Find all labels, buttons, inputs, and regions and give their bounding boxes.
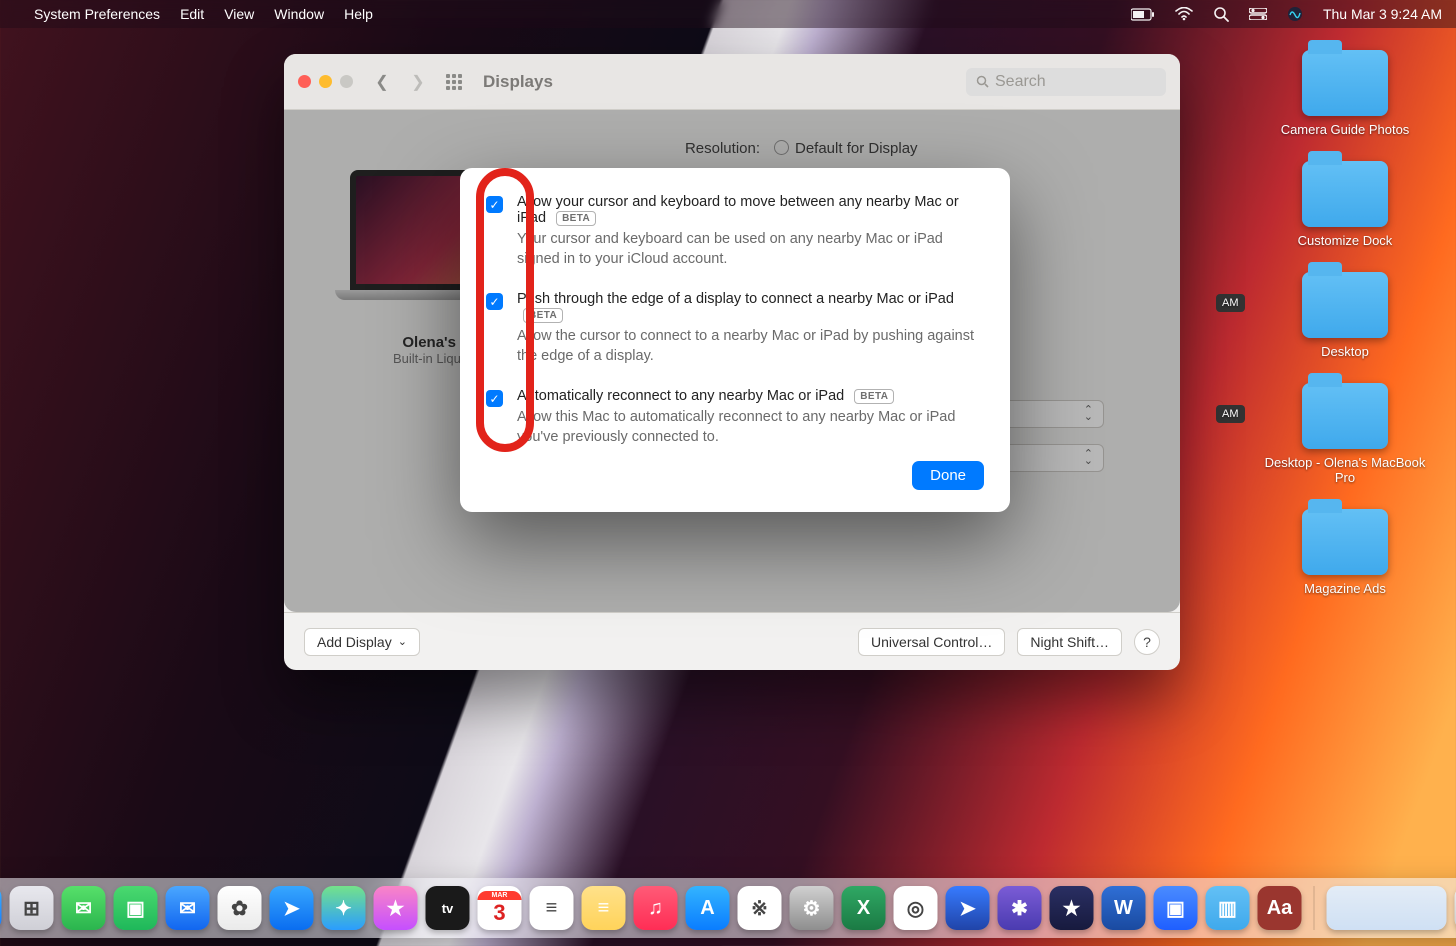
dock-app-maps[interactable]: ✦: [322, 886, 366, 930]
option-description: Your cursor and keyboard can be used on …: [517, 230, 984, 269]
traffic-lights: [298, 75, 353, 88]
close-button[interactable]: [298, 75, 311, 88]
dock-app-tv[interactable]: tv: [426, 886, 470, 930]
night-shift-button[interactable]: Night Shift…: [1017, 628, 1122, 656]
zoom-button[interactable]: [340, 75, 353, 88]
dock-app-facetime[interactable]: ▣: [114, 886, 158, 930]
option-title: Push through the edge of a display to co…: [517, 291, 954, 307]
beta-badge: BETA: [556, 211, 596, 226]
dock-app-launchpad[interactable]: ⊞: [10, 886, 54, 930]
window-toolbar: ❮ ❯ Displays Search: [284, 54, 1180, 110]
dock-app-music[interactable]: ♫: [634, 886, 678, 930]
dock-app-folder[interactable]: ▥: [1206, 886, 1250, 930]
resolution-label: Resolution:: [610, 140, 760, 157]
checkbox-push-through[interactable]: ✓: [486, 293, 503, 310]
dock: ☺⊞✉▣✉✿➤✦★tvMAR3≡≡♫A※⚙X◎➤✱★W▣▥Aa🗑: [0, 878, 1456, 938]
dock-app-mail[interactable]: ✉: [166, 886, 210, 930]
beta-badge: BETA: [854, 389, 894, 404]
dock-app-settings[interactable]: ⚙: [790, 886, 834, 930]
desktop-folder[interactable]: Magazine Ads: [1250, 509, 1440, 596]
option-description: Allow this Mac to automatically reconnec…: [517, 408, 984, 447]
search-placeholder: Search: [995, 73, 1046, 91]
dock-app-1password[interactable]: ★: [1050, 886, 1094, 930]
dock-app-notes[interactable]: ≡: [582, 886, 626, 930]
universal-control-button[interactable]: Universal Control…: [858, 628, 1005, 656]
minimize-button[interactable]: [319, 75, 332, 88]
dock-app-photo2[interactable]: ★: [374, 886, 418, 930]
option-description: Allow the cursor to connect to a nearby …: [517, 327, 984, 366]
menu-clock[interactable]: Thu Mar 3 9:24 AM: [1323, 6, 1442, 22]
siri-icon[interactable]: [1287, 6, 1303, 22]
show-all-button[interactable]: [441, 69, 467, 95]
universal-control-sheet: ✓ Allow your cursor and keyboard to move…: [460, 168, 1010, 512]
beta-badge: BETA: [523, 308, 563, 323]
desktop-folder[interactable]: AMDesktop - Olena's MacBook Pro: [1250, 383, 1440, 485]
desktop-icons: Camera Guide Photos Customize Dock AMDes…: [1250, 50, 1440, 620]
forward-button[interactable]: ❯: [405, 69, 431, 95]
window-footer: Add Display⌄ Universal Control… Night Sh…: [284, 612, 1180, 670]
dock-app-excel[interactable]: X: [842, 886, 886, 930]
dock-app-finder[interactable]: ☺: [0, 886, 2, 930]
window-title: Displays: [483, 72, 553, 92]
help-button[interactable]: ?: [1134, 629, 1160, 655]
desktop-folder[interactable]: Camera Guide Photos: [1250, 50, 1440, 137]
menu-bar: System Preferences Edit View Window Help…: [0, 0, 1456, 28]
dock-recent-cluster[interactable]: [1327, 886, 1447, 930]
search-icon: [976, 75, 989, 88]
dock-app-shortcuts[interactable]: ➤: [946, 886, 990, 930]
add-display-button[interactable]: Add Display⌄: [304, 628, 420, 656]
dock-app-calendar[interactable]: MAR3: [478, 886, 522, 930]
dock-app-safari[interactable]: ➤: [270, 886, 314, 930]
dock-app-zoom[interactable]: ▣: [1154, 886, 1198, 930]
control-center-icon[interactable]: [1249, 8, 1267, 20]
menu-view[interactable]: View: [224, 6, 254, 22]
done-button[interactable]: Done: [912, 461, 984, 490]
wifi-icon[interactable]: [1175, 7, 1193, 21]
back-button[interactable]: ❮: [369, 69, 395, 95]
checkbox-auto-reconnect[interactable]: ✓: [486, 390, 503, 407]
dock-app-slack[interactable]: ※: [738, 886, 782, 930]
checkbox-allow-cursor[interactable]: ✓: [486, 196, 503, 213]
menu-edit[interactable]: Edit: [180, 6, 204, 22]
dock-app-dictionary[interactable]: Aa: [1258, 886, 1302, 930]
desktop-folder[interactable]: AMDesktop: [1250, 272, 1440, 359]
dock-app-photos[interactable]: ✿: [218, 886, 262, 930]
option-title: Automatically reconnect to any nearby Ma…: [517, 388, 844, 404]
dock-app-appstore[interactable]: A: [686, 886, 730, 930]
dock-app-teams[interactable]: ✱: [998, 886, 1042, 930]
menu-app-name[interactable]: System Preferences: [34, 6, 160, 22]
menu-help[interactable]: Help: [344, 6, 373, 22]
dock-app-reminders[interactable]: ≡: [530, 886, 574, 930]
dock-app-word[interactable]: W: [1102, 886, 1146, 930]
dock-app-chrome[interactable]: ◎: [894, 886, 938, 930]
menu-window[interactable]: Window: [274, 6, 324, 22]
spotlight-icon[interactable]: [1213, 6, 1229, 22]
battery-icon[interactable]: [1131, 8, 1155, 21]
desktop-folder[interactable]: Customize Dock: [1250, 161, 1440, 248]
resolution-default-radio[interactable]: [774, 140, 789, 155]
dock-app-messages[interactable]: ✉: [62, 886, 106, 930]
dock-separator: [1314, 886, 1315, 930]
search-field[interactable]: Search: [966, 68, 1166, 96]
